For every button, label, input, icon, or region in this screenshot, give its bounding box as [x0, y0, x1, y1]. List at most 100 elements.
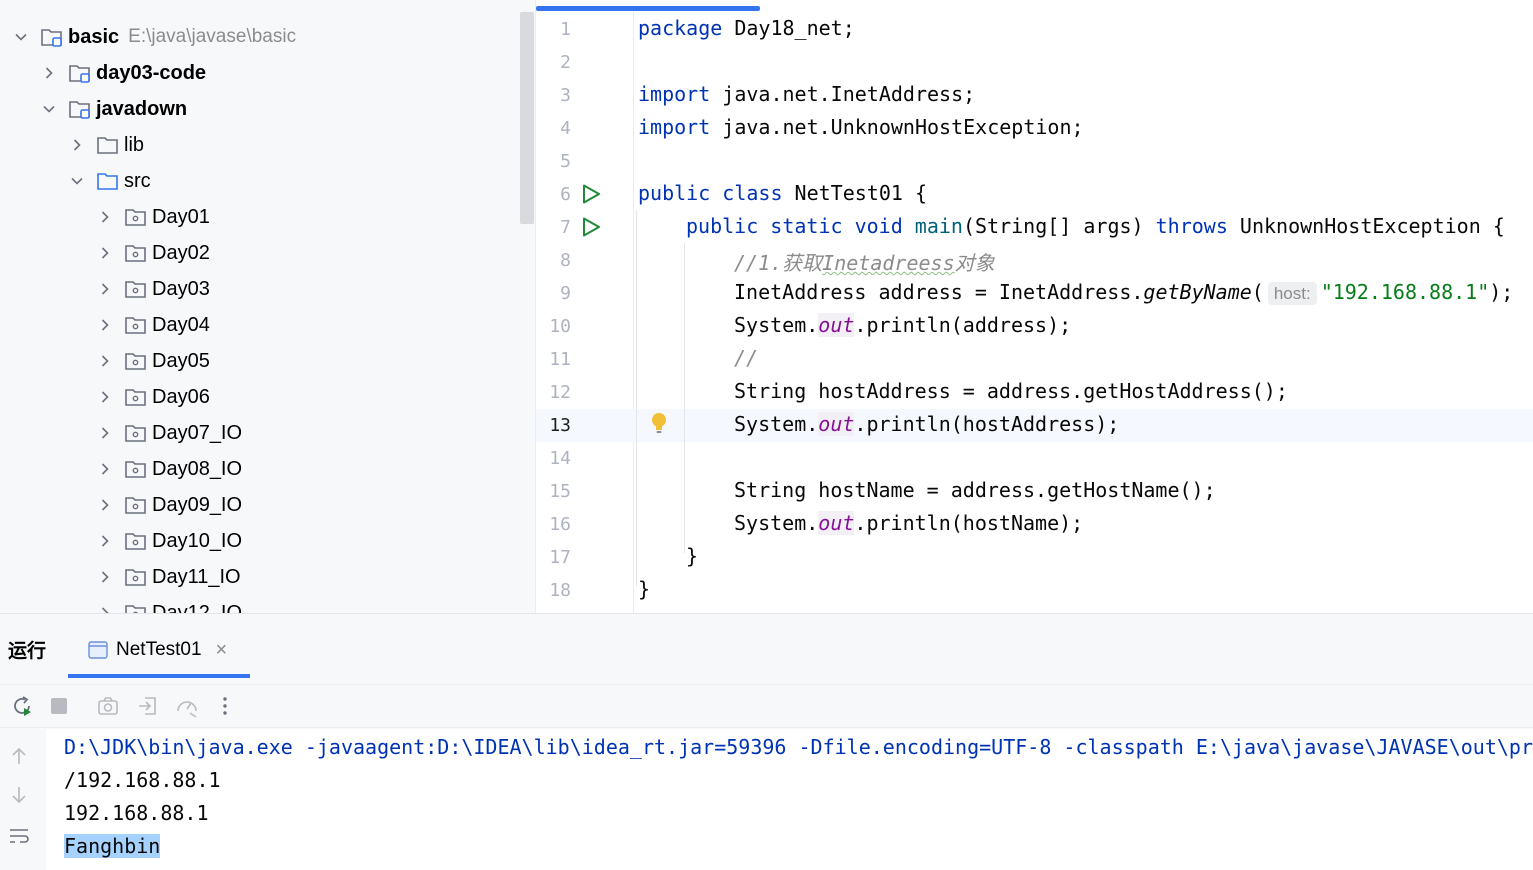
- package-icon: [124, 206, 148, 228]
- tree-item-package[interactable]: Day05: [96, 343, 210, 379]
- console-line: 192.168.88.1: [64, 801, 209, 825]
- project-tool-window: basic E:\java\javase\basic day03-code ja…: [0, 0, 535, 613]
- code-editor[interactable]: 1 2 3 4 5 6 7 8 9 10 11 12 13 14 15 16 17 18 package Day1…: [535, 0, 1533, 613]
- package-icon: [124, 350, 148, 372]
- parameter-hint: host:: [1267, 282, 1317, 305]
- package-icon: [124, 422, 148, 444]
- profiler-icon[interactable]: [174, 693, 200, 719]
- chevron-right-icon[interactable]: [96, 388, 114, 406]
- tree-item-package[interactable]: Day08_IO: [96, 451, 242, 487]
- tree-item-javadown[interactable]: javadown: [40, 91, 187, 127]
- chevron-right-icon[interactable]: [40, 64, 58, 82]
- editor-tab-indicator: [536, 6, 760, 11]
- package-label: Day08_IO: [152, 457, 243, 480]
- chevron-down-icon[interactable]: [12, 28, 30, 46]
- tree-item-package[interactable]: Day09_IO: [96, 487, 242, 523]
- chevron-down-icon[interactable]: [68, 172, 86, 190]
- line-number: 12: [549, 382, 571, 403]
- lightbulb-icon[interactable]: [650, 412, 668, 436]
- line-number: 18: [549, 580, 571, 601]
- tree-item-src[interactable]: src: [68, 163, 151, 199]
- line-number: 4: [560, 118, 571, 139]
- chevron-right-icon[interactable]: [96, 208, 114, 226]
- package-label: Day07_IO: [152, 421, 243, 444]
- tree-item-package[interactable]: Day03: [96, 271, 210, 307]
- chevron-right-icon[interactable]: [96, 316, 114, 334]
- code-line-15: String hostName = address.getHostName();: [734, 478, 1216, 502]
- chevron-right-icon[interactable]: [96, 244, 114, 262]
- tree-item-lib[interactable]: lib: [68, 127, 144, 163]
- camera-icon[interactable]: [95, 693, 121, 719]
- chevron-right-icon[interactable]: [96, 604, 114, 613]
- chevron-right-icon[interactable]: [96, 352, 114, 370]
- line-number: 11: [549, 349, 571, 370]
- chevron-right-icon[interactable]: [96, 280, 114, 298]
- package-label: Day04: [152, 313, 210, 336]
- code-line-16: System.out.println(hostName);: [734, 511, 1084, 535]
- chevron-right-icon[interactable]: [96, 568, 114, 586]
- package-label: Day11_IO: [152, 565, 241, 588]
- chevron-right-icon[interactable]: [96, 496, 114, 514]
- code-line-17: }: [686, 544, 699, 568]
- more-options-icon[interactable]: [212, 693, 238, 719]
- console-side-toolbar: [0, 729, 46, 870]
- run-main-icon[interactable]: [580, 216, 602, 238]
- module-folder-icon: [68, 62, 92, 84]
- chevron-right-icon[interactable]: [96, 424, 114, 442]
- chevron-down-icon[interactable]: [40, 100, 58, 118]
- indent-guide: [636, 210, 637, 586]
- tree-item-package[interactable]: Day11_IO: [96, 559, 241, 595]
- package-label: Day10_IO: [152, 529, 243, 552]
- run-config-icon: [88, 641, 108, 659]
- run-class-icon[interactable]: [580, 183, 602, 205]
- package-icon: [124, 386, 148, 408]
- editor-line: 8: [536, 244, 1533, 277]
- soft-wrap-icon[interactable]: [6, 823, 32, 849]
- chevron-right-icon[interactable]: [96, 532, 114, 550]
- line-number: 9: [560, 283, 571, 304]
- tree-item-package[interactable]: Day01: [96, 199, 210, 235]
- tree-item-package[interactable]: Day12_IO: [96, 595, 242, 613]
- console-line: Fanghbin: [64, 834, 161, 858]
- code-line-10: System.out.println(address);: [734, 313, 1072, 337]
- tree-root[interactable]: basic E:\java\javase\basic: [12, 19, 296, 55]
- run-panel-title: 运行: [8, 641, 47, 662]
- tree-item-package[interactable]: Day02: [96, 235, 210, 271]
- tree-item-package[interactable]: Day07_IO: [96, 415, 242, 451]
- exit-icon[interactable]: [135, 693, 161, 719]
- line-number: 1: [560, 19, 571, 40]
- package-icon: [124, 494, 148, 516]
- stop-icon[interactable]: [46, 693, 72, 719]
- rerun-icon[interactable]: [9, 693, 35, 719]
- active-tab-indicator: [68, 674, 250, 678]
- tree-item-package[interactable]: Day06: [96, 379, 210, 415]
- tab-label: NetTest01: [116, 639, 202, 660]
- console-output[interactable]: D:\JDK\bin\java.exe -javaagent:D:\IDEA\l…: [46, 729, 1533, 870]
- tree-item-day03-code[interactable]: day03-code: [40, 55, 206, 91]
- editor-line: 11: [536, 343, 1533, 376]
- line-number: 8: [560, 250, 571, 271]
- package-icon: [124, 242, 148, 264]
- scrollbar-thumb[interactable]: [520, 12, 534, 224]
- chevron-right-icon[interactable]: [68, 136, 86, 154]
- code-line-11: //: [734, 346, 759, 370]
- package-icon: [124, 314, 148, 336]
- tree-item-package[interactable]: Day10_IO: [96, 523, 242, 559]
- module-label: day03-code: [96, 61, 207, 84]
- code-line-12: String hostAddress = address.getHostAddr…: [734, 379, 1288, 403]
- chevron-right-icon[interactable]: [96, 460, 114, 478]
- arrow-up-icon[interactable]: [6, 743, 32, 769]
- code-line-8: //1.获取Inetadreess对象: [734, 251, 995, 275]
- code-line-18: }: [638, 577, 651, 601]
- package-label: Day02: [152, 241, 210, 264]
- tab-nettest01[interactable]: NetTest01 ×: [68, 622, 250, 678]
- tree-item-package[interactable]: Day04: [96, 307, 210, 343]
- console-line: /192.168.88.1: [64, 768, 221, 792]
- package-icon: [124, 278, 148, 300]
- close-icon[interactable]: ×: [216, 639, 228, 662]
- line-number: 7: [560, 217, 571, 238]
- package-label: Day01: [152, 205, 210, 228]
- line-number: 6: [560, 184, 571, 205]
- root-name: basic: [68, 25, 120, 48]
- arrow-down-icon[interactable]: [6, 782, 32, 808]
